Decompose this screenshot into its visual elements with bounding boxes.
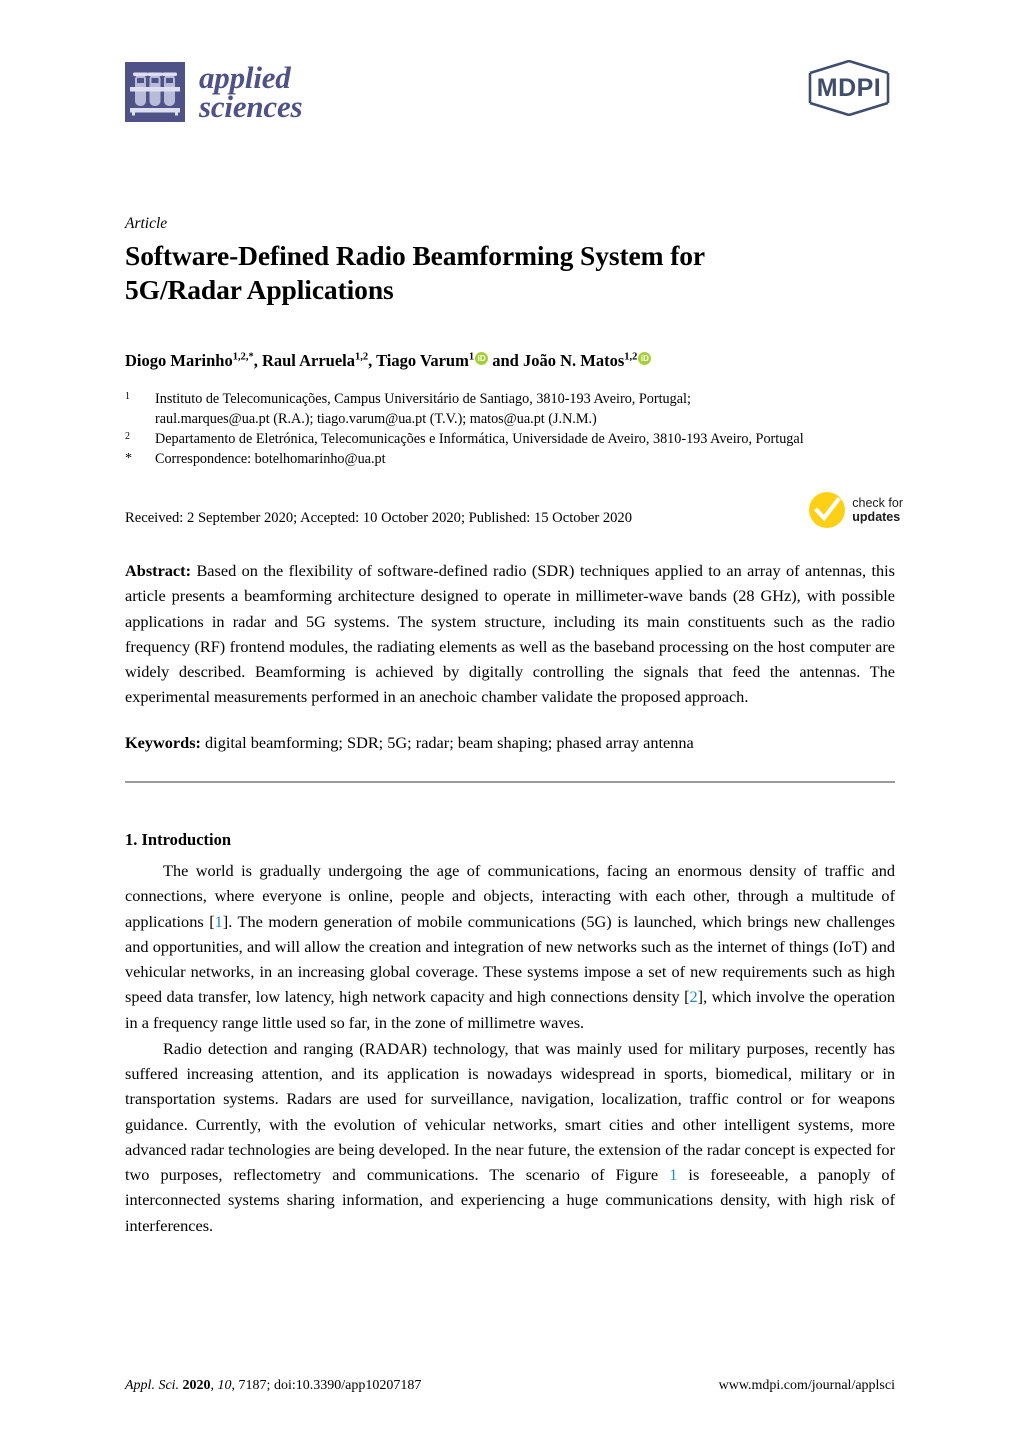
footer-journal-url[interactable]: www.mdpi.com/journal/applsci <box>719 1378 895 1394</box>
divider <box>125 781 895 784</box>
author-affil-sup-3: 1 <box>468 351 475 363</box>
author-separator-2: , <box>368 351 377 371</box>
affiliation-line: Departamento de Eletrónica, Telecomunica… <box>155 430 804 447</box>
author-name-4: João N. Matos <box>522 351 625 371</box>
affiliation-marker: 2 <box>125 430 130 442</box>
keywords: Keywords: digital beamforming; SDR; 5G; … <box>125 731 895 755</box>
page-title-line2: 5G/Radar Applications <box>125 273 394 305</box>
correspondence-text: Correspondence: botelhomarinho@ua.pt <box>155 451 386 468</box>
orcid-icon-4[interactable]: iD <box>638 352 652 366</box>
author-conjunction: and <box>488 351 523 371</box>
journal-logo: applied sciences <box>125 59 303 124</box>
author-affil-sup-2: 1,2 <box>355 351 369 363</box>
affiliation-text: Instituto de Telecomunicações, Campus Un… <box>155 389 895 429</box>
test-tube-rack-icon <box>125 62 185 122</box>
author-affil-sup-1: 1,2,* <box>232 351 254 363</box>
svg-text:MDPI: MDPI <box>817 74 882 102</box>
keywords-text: digital beamforming; SDR; 5G; radar; bea… <box>200 732 694 752</box>
paragraph-2: Radio detection and ranging (RADAR) tech… <box>125 1036 895 1238</box>
paragraph-1: The world is gradually undergoing the ag… <box>125 858 895 1035</box>
keywords-label: Keywords: <box>125 732 201 752</box>
badge-line2: updates <box>852 510 901 525</box>
footer-article-number: 7187 <box>238 1378 267 1393</box>
correspondence-marker: * <box>125 451 132 467</box>
affiliation-emails: raul.marques@ua.pt (R.A.); tiago.varum@u… <box>155 410 597 427</box>
publication-dates: Received: 2 September 2020; Accepted: 10… <box>125 510 633 527</box>
yellow-check-circle-icon <box>808 491 846 529</box>
check-for-updates-badge[interactable]: check for updates <box>808 491 903 529</box>
abstract: Abstract: Based on the flexibility of so… <box>125 558 895 710</box>
mdpi-logo: MDPI <box>803 59 895 117</box>
correspondence-row: * Correspondence: botelhomarinho@ua.pt <box>125 449 895 469</box>
masthead: applied sciences MDPI <box>125 0 895 167</box>
affiliation-marker: 1 <box>125 390 130 402</box>
page-title-line1: Software-Defined Radio Beamforming Syste… <box>125 240 706 272</box>
affiliation-text: Departamento de Eletrónica, Telecomunica… <box>155 429 895 449</box>
affiliation-list: 1 Instituto de Telecomunicações, Campus … <box>125 389 895 470</box>
footer-citation: Appl. Sci. 2020, 10, 7187; doi:10.3390/a… <box>125 1378 422 1393</box>
page-footer: Appl. Sci. 2020, 10, 7187; doi:10.3390/a… <box>125 1378 895 1394</box>
page-title: Software-Defined Radio Beamforming Syste… <box>125 239 895 306</box>
author-affil-sup-4: 1,2 <box>624 351 638 363</box>
badge-line1: check for <box>852 495 903 510</box>
citation-link-2[interactable]: 2 <box>690 987 698 1006</box>
footer-journal-abbrev: Appl. Sci. <box>125 1378 180 1393</box>
section-heading-introduction: 1. Introduction <box>125 830 232 850</box>
dates-row: Received: 2 September 2020; Accepted: 10… <box>125 492 903 540</box>
journal-title: applied sciences <box>199 59 303 124</box>
citation-link-1[interactable]: 1 <box>215 912 223 931</box>
footer-year: 2020 <box>182 1378 211 1393</box>
footer-doi: doi:10.3390/app10207187 <box>273 1378 422 1393</box>
affiliation-row: 2 Departamento de Eletrónica, Telecomuni… <box>125 429 895 449</box>
author-separator-1: , <box>253 351 262 371</box>
abstract-label: Abstract: <box>125 561 192 581</box>
affiliation-row: 1 Instituto de Telecomunicações, Campus … <box>125 389 895 429</box>
paragraph-2-part-a: Radio detection and ranging (RADAR) tech… <box>125 1038 895 1185</box>
journal-title-line2: sciences <box>199 89 303 124</box>
footer-volume: 10 <box>217 1378 232 1393</box>
author-name-1: Diogo Marinho <box>125 351 233 371</box>
paper-page: applied sciences MDPI Article Software-D… <box>0 0 1020 1442</box>
author-name-3: Tiago Varum <box>376 351 469 371</box>
abstract-text: Based on the flexibility of software-def… <box>125 561 895 707</box>
author-list: Diogo Marinho1,2,*, Raul Arruela1,2, Tia… <box>125 350 895 371</box>
journal-title-line1: applied <box>199 59 291 95</box>
affiliation-line: Instituto de Telecomunicações, Campus Un… <box>155 390 691 407</box>
author-name-2: Raul Arruela <box>261 351 356 371</box>
orcid-icon-3[interactable]: iD <box>475 352 489 366</box>
article-type-label: Article <box>125 215 168 232</box>
check-for-updates-label: check for updates <box>852 496 903 525</box>
